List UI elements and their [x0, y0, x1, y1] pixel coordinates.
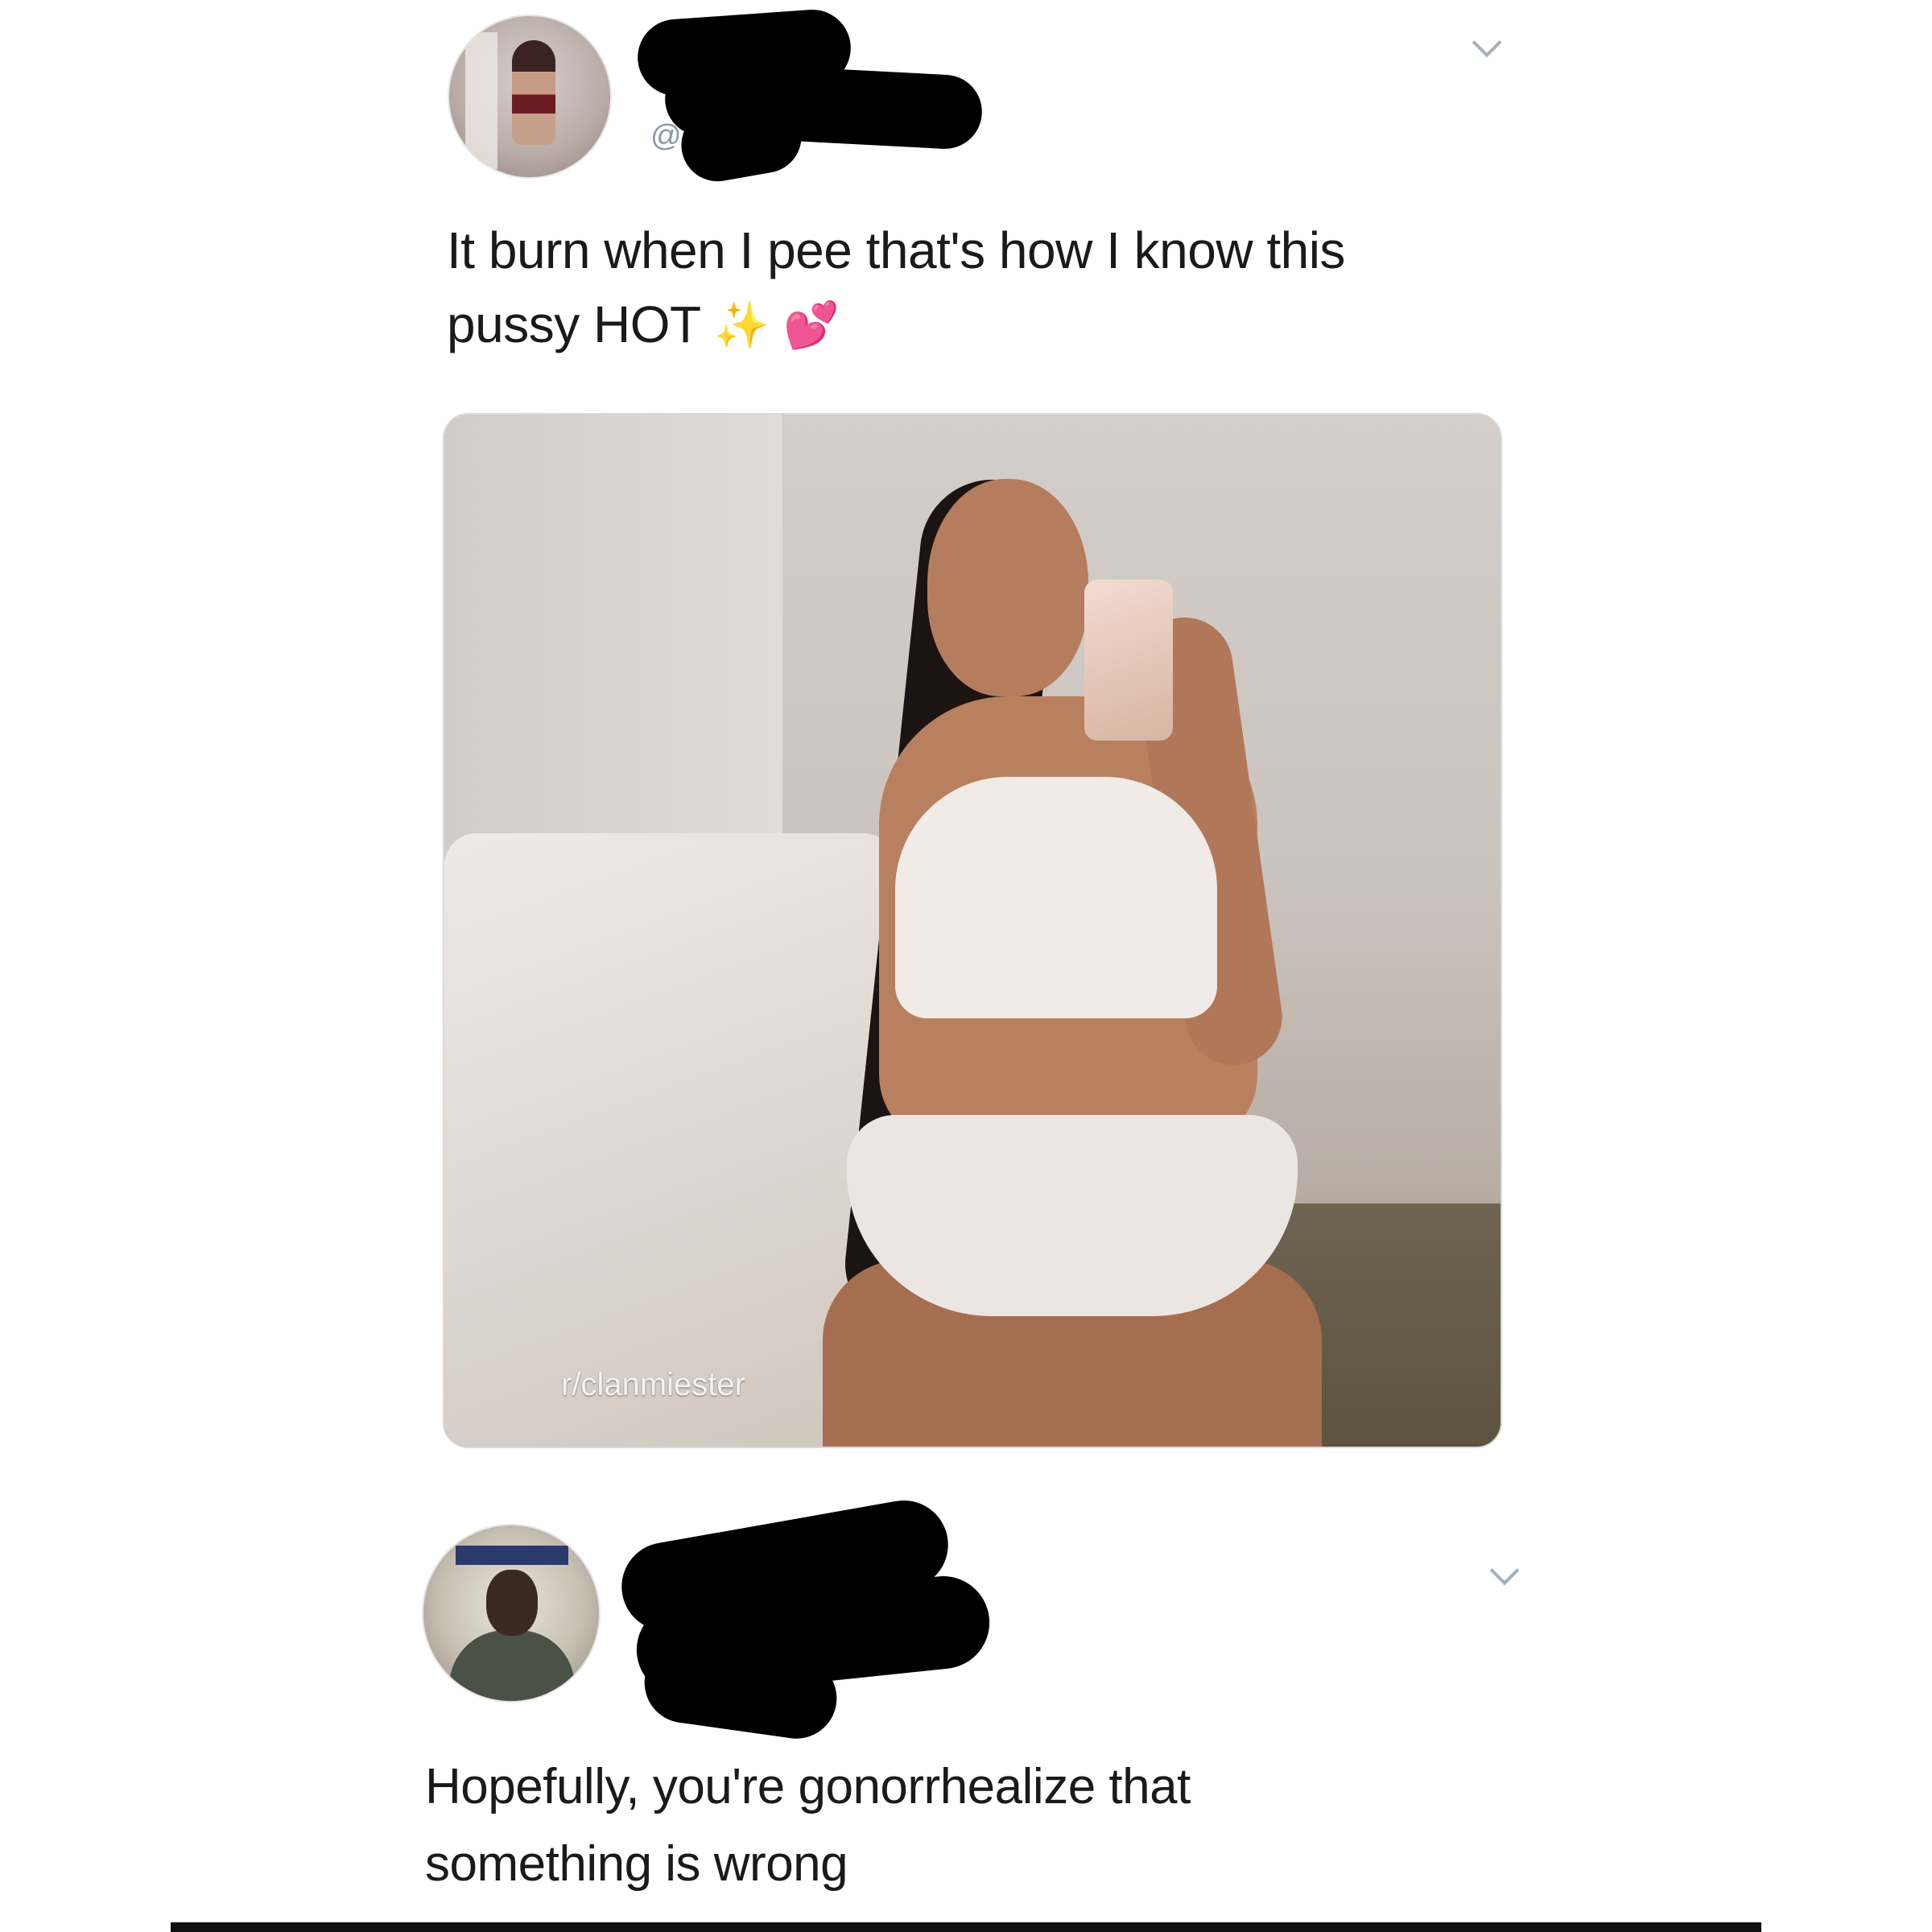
image-person-head [927, 479, 1088, 696]
tweet-text-line: It burn when I pee that's how I know thi… [447, 221, 1345, 279]
tweet-text: It burn when I pee that's how I know thi… [447, 213, 1542, 362]
tweet-text-line: pussy HOT ✨ 💕 [447, 287, 1542, 362]
avatar-person-face [486, 1570, 538, 1636]
image-phone [1084, 580, 1173, 741]
chevron-down-icon[interactable] [1489, 1555, 1520, 1586]
reply-text-line: something is wrong [425, 1836, 848, 1892]
avatar-person [512, 40, 555, 145]
reply-text-line: Hopefully, you're gonorrhealize that [425, 1759, 1191, 1814]
reply-author-avatar[interactable] [423, 1525, 599, 1701]
author-avatar[interactable] [449, 16, 610, 177]
image-person-shorts [847, 1115, 1298, 1316]
reply-text: Hopefully, you're gonorrhealize that som… [425, 1748, 1552, 1903]
tweet-text-fragment: pussy HOT [447, 295, 700, 353]
original-tweet: @ It burn when I pee that's how I know t… [0, 0, 1932, 1481]
avatar-person-body [449, 1630, 575, 1701]
sparkles-icon: ✨ [713, 299, 770, 350]
screenshot-page: @ It burn when I pee that's how I know t… [0, 0, 1932, 1932]
two-hearts-icon: 💕 [783, 299, 840, 350]
chevron-down-icon[interactable] [1472, 27, 1502, 58]
tweet-image[interactable]: r/clanmiester [443, 413, 1502, 1448]
avatar-background-detail [456, 1546, 568, 1565]
image-person-top [895, 777, 1217, 1018]
image-watermark: r/clanmiester [561, 1367, 745, 1402]
bottom-divider [171, 1922, 1761, 1932]
avatar-background-detail [465, 32, 497, 169]
